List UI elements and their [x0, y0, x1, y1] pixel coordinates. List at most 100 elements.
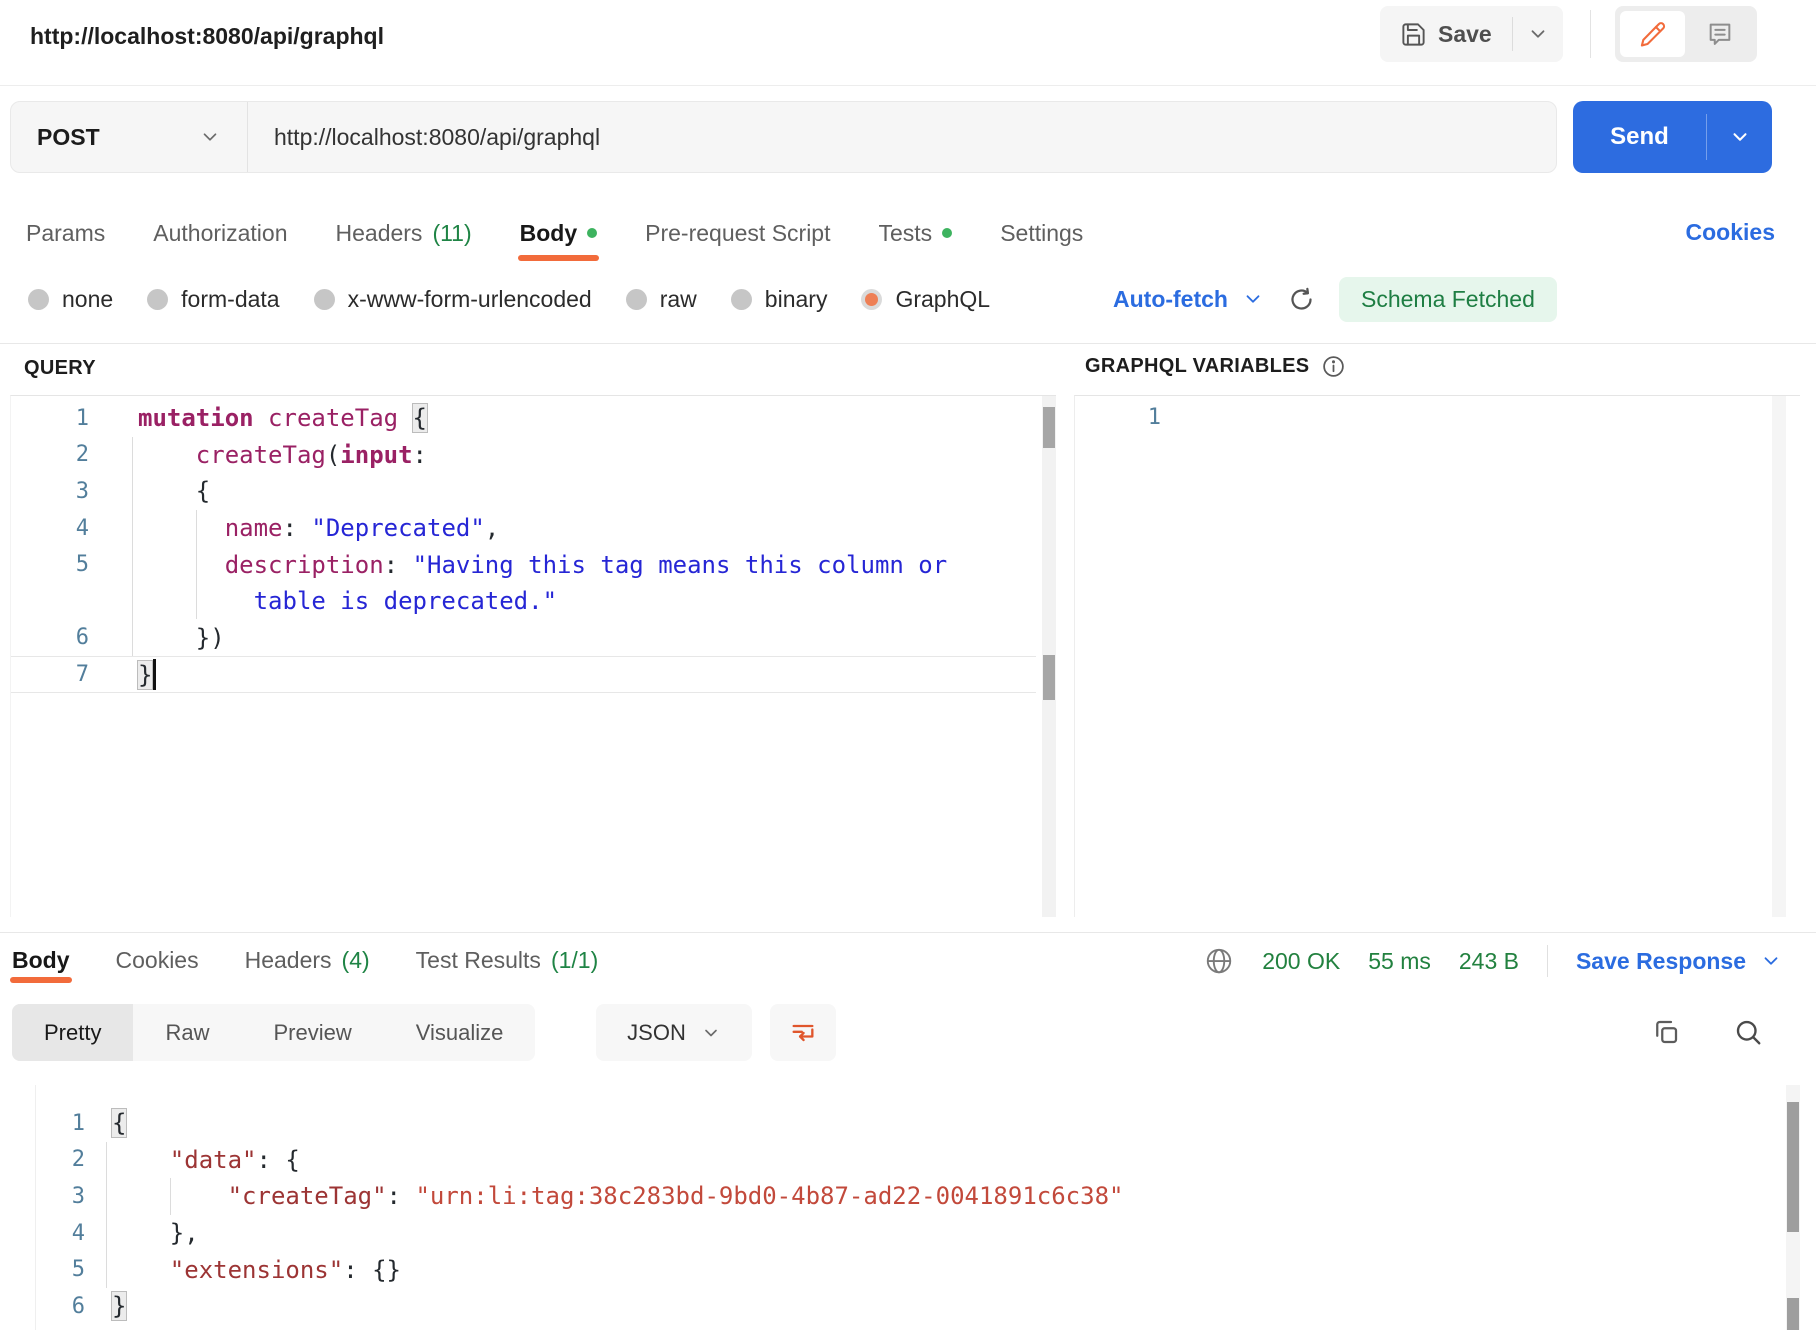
method-selector[interactable]: POST	[11, 102, 247, 172]
body-type-form-data[interactable]: form-data	[147, 286, 279, 313]
tab-label: Body	[12, 947, 70, 974]
network-globe-icon[interactable]	[1204, 946, 1234, 976]
line-number: 3	[11, 479, 89, 504]
tab-label: Headers	[245, 947, 332, 974]
line-number: 5	[0, 1257, 85, 1282]
line-number: 1	[0, 1111, 85, 1136]
comment-icon	[1706, 20, 1734, 48]
body-type-raw[interactable]: raw	[626, 286, 697, 313]
body-type-none[interactable]: none	[28, 286, 113, 313]
query-panel-title: QUERY	[24, 357, 96, 380]
divider	[0, 343, 1816, 344]
response-tab-test-results[interactable]: Test Results (1/1)	[416, 936, 599, 984]
code-line: 2 createTag(input:	[11, 437, 1036, 474]
refresh-schema-button[interactable]	[1288, 286, 1315, 313]
response-tab-body[interactable]: Body	[12, 936, 70, 984]
body-type-x-www-form-urlencoded[interactable]: x-www-form-urlencoded	[314, 286, 592, 313]
radio-icon	[731, 289, 752, 310]
beautify-icon	[789, 1019, 817, 1047]
response-body-viewer[interactable]: 1{2 "data": {3 "createTag": "urn:li:tag:…	[0, 1085, 1786, 1330]
save-options-dropdown[interactable]	[1513, 6, 1563, 62]
info-icon[interactable]	[1321, 354, 1346, 379]
format-label: JSON	[627, 1020, 686, 1046]
tab-params[interactable]: Params	[26, 205, 105, 261]
status-code: 200 OK	[1262, 948, 1340, 975]
chevron-down-icon	[199, 126, 221, 148]
save-button[interactable]: Save	[1380, 6, 1512, 62]
code-text: }	[112, 1292, 126, 1320]
view-mode-raw[interactable]: Raw	[133, 1004, 241, 1061]
query-editor[interactable]: 1mutation createTag {2 createTag(input:3…	[10, 395, 1056, 917]
send-button-group: Send	[1573, 101, 1772, 173]
tab-authorization[interactable]: Authorization	[153, 205, 287, 261]
line-number: 3	[0, 1184, 85, 1209]
url-input[interactable]: http://localhost:8080/api/graphql	[274, 124, 600, 151]
query-scrollbar[interactable]	[1042, 396, 1056, 917]
body-type-graphql[interactable]: GraphQL	[861, 286, 990, 313]
view-mode-preview[interactable]: Preview	[241, 1004, 383, 1061]
tab-count: (11)	[432, 220, 471, 247]
comments-button[interactable]	[1687, 11, 1752, 57]
tab-tests[interactable]: Tests	[879, 205, 953, 261]
send-options-dropdown[interactable]	[1707, 101, 1772, 173]
tab-label: Test Results	[416, 947, 541, 974]
save-response-dropdown[interactable]: Save Response	[1576, 948, 1782, 975]
save-button-group: Save	[1380, 6, 1563, 62]
tab-label: Body	[520, 220, 578, 247]
code-text: "createTag": "urn:li:tag:38c283bd-9bd0-4…	[112, 1182, 1123, 1210]
chevron-down-icon	[1527, 23, 1549, 45]
query-code-lines: 1mutation createTag {2 createTag(input:3…	[11, 400, 1036, 693]
line-number: 1	[1075, 400, 1161, 437]
variables-scrollbar[interactable]	[1772, 396, 1786, 917]
tab-count: (4)	[342, 947, 370, 974]
radio-icon	[147, 289, 168, 310]
autofetch-dropdown[interactable]: Auto-fetch	[1113, 286, 1264, 313]
beautify-button[interactable]	[770, 1004, 836, 1061]
code-text: "extensions": {}	[112, 1256, 401, 1284]
response-time: 55 ms	[1368, 948, 1431, 975]
method-label: POST	[37, 124, 100, 151]
code-text: name: "Deprecated",	[138, 514, 499, 542]
scrollbar-thumb[interactable]	[1787, 1102, 1799, 1232]
request-title: http://localhost:8080/api/graphql	[30, 23, 384, 50]
response-tab-cookies[interactable]: Cookies	[116, 936, 199, 984]
body-type-label: binary	[765, 286, 828, 313]
code-text: }	[138, 659, 156, 690]
code-text: table is deprecated."	[138, 587, 557, 615]
graphql-variables-editor[interactable]: 1	[1074, 395, 1800, 917]
radio-icon	[28, 289, 49, 310]
refresh-icon	[1288, 286, 1315, 313]
tab-label: Tests	[879, 220, 933, 247]
response-format-dropdown[interactable]: JSON	[596, 1004, 752, 1061]
copy-response-button[interactable]	[1644, 1010, 1688, 1054]
line-number: 1	[11, 406, 89, 431]
tab-count: (1/1)	[551, 947, 598, 974]
radio-icon	[861, 289, 882, 310]
scrollbar-thumb[interactable]	[1043, 407, 1055, 448]
tab-headers[interactable]: Headers (11)	[336, 205, 472, 261]
tab-label: Headers	[336, 220, 423, 247]
scrollbar-thumb[interactable]	[1787, 1298, 1799, 1330]
view-mode-pretty[interactable]: Pretty	[12, 1004, 133, 1061]
edit-mode-button[interactable]	[1620, 11, 1685, 57]
response-scrollbar[interactable]	[1786, 1085, 1800, 1330]
send-button[interactable]: Send	[1573, 101, 1706, 173]
save-icon	[1400, 21, 1427, 48]
code-line: 3 {	[11, 473, 1036, 510]
code-line: table is deprecated."	[11, 583, 1036, 620]
body-type-label: GraphQL	[895, 286, 990, 313]
cookies-link[interactable]: Cookies	[1686, 219, 1775, 246]
tab-label: Settings	[1000, 220, 1083, 247]
search-response-button[interactable]	[1726, 1010, 1770, 1054]
tab-settings[interactable]: Settings	[1000, 205, 1083, 261]
code-line: 2 "data": {	[0, 1142, 1766, 1179]
tab-pre-request-script[interactable]: Pre-request Script	[645, 205, 830, 261]
app-window: http://localhost:8080/api/graphql Save	[0, 0, 1816, 1330]
code-line: 6}	[0, 1288, 1766, 1325]
divider	[247, 102, 248, 172]
tab-label: Params	[26, 220, 105, 247]
view-mode-visualize[interactable]: Visualize	[384, 1004, 536, 1061]
body-type-binary[interactable]: binary	[731, 286, 828, 313]
response-tab-headers[interactable]: Headers (4)	[245, 936, 370, 984]
tab-body[interactable]: Body	[520, 205, 598, 261]
